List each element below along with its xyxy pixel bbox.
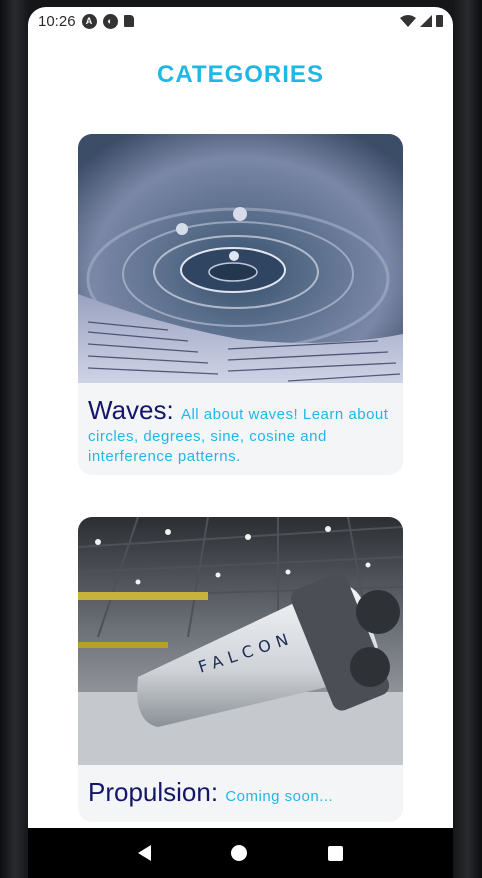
propulsion-card-text: Propulsion: Coming soon...: [88, 776, 393, 809]
category-card-propulsion[interactable]: FALCON Propulsion: Coming soon...: [78, 517, 403, 822]
status-time: 10:26: [38, 12, 76, 30]
status-bar: 10:26 A ◐: [28, 7, 453, 35]
navigation-bar: [28, 828, 453, 878]
sd-card-icon: [123, 15, 134, 27]
app-screen: 10:26 A ◐ CATEGORIES Waves: All about wa…: [28, 7, 453, 828]
back-icon[interactable]: [138, 845, 152, 861]
waves-image: [78, 134, 403, 383]
page-title: CATEGORIES: [157, 61, 324, 88]
notification-download-icon: ◐: [102, 13, 118, 29]
waves-card-text: Waves: All about waves! Learn about circ…: [88, 394, 393, 467]
waves-card-title: Waves:: [88, 395, 181, 425]
wifi-icon: [400, 14, 416, 27]
battery-icon: [436, 15, 443, 27]
home-icon[interactable]: [231, 845, 248, 861]
signal-icon: [420, 15, 432, 27]
notification-app-icon: A: [81, 13, 97, 29]
recents-icon[interactable]: [327, 845, 343, 861]
propulsion-card-title: Propulsion:: [88, 777, 226, 807]
propulsion-card-description: Coming soon...: [225, 788, 334, 805]
status-left: 10:26 A ◐: [38, 13, 134, 30]
status-right: [400, 14, 443, 28]
propulsion-image: FALCON: [78, 517, 403, 765]
category-card-waves[interactable]: Waves: All about waves! Learn about circ…: [78, 134, 403, 475]
